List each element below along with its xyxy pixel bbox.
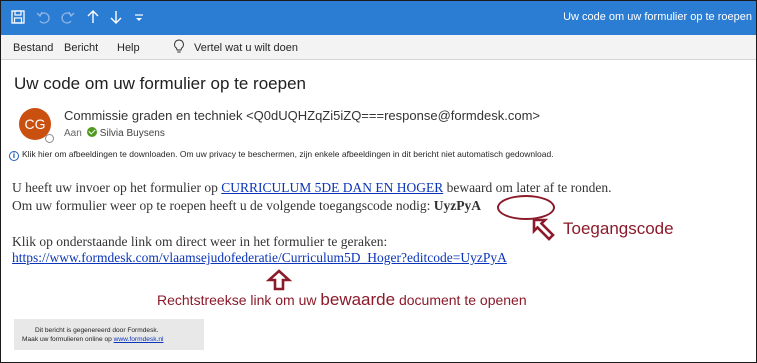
- tell-me-search[interactable]: Vertel wat u wilt doen: [194, 42, 298, 54]
- email-subject: Uw code om uw formulier op te roepen: [14, 74, 306, 93]
- footer-line-1: Dit bericht is gegenereerd door Formdesk…: [35, 327, 159, 334]
- body-line-2: Om uw formulier weer op te roepen heeft …: [12, 198, 481, 214]
- menu-bestand[interactable]: Bestand: [13, 42, 53, 54]
- annotation-access-code: Toegangscode: [563, 219, 674, 238]
- footer-line-2: Maak uw formulieren online op www.formde…: [22, 336, 163, 343]
- body-line-2-text: Om uw formulier weer op te roepen heeft …: [12, 198, 434, 213]
- window-title: Uw code om uw formulier op te roepen: [563, 11, 752, 23]
- annotation-link-emphasis: bewaarde: [320, 290, 396, 309]
- menu-bar: Bestand Bericht Help Vertel wat u wilt d…: [1, 35, 756, 60]
- formdesk-link[interactable]: www.formdesk.nl: [114, 336, 164, 343]
- next-item-icon[interactable]: [110, 10, 122, 28]
- undo-icon[interactable]: [36, 10, 50, 28]
- footer-line-2-text: Maak uw formulieren online op: [22, 336, 114, 343]
- email-window: Uw code om uw formulier op te roepen Bes…: [0, 0, 757, 363]
- form-link[interactable]: CURRICULUM 5DE DAN EN HOGER: [221, 180, 443, 195]
- info-icon: i: [9, 151, 19, 161]
- previous-item-icon[interactable]: [87, 10, 99, 28]
- menu-help[interactable]: Help: [117, 42, 140, 54]
- info-text[interactable]: Klik hier om afbeeldingen te downloaden.…: [22, 149, 554, 159]
- lightbulb-icon: [173, 39, 185, 55]
- recipient-line: Aan Silvia Buysens: [64, 127, 165, 139]
- annotation-link-text-2: document te openen: [395, 292, 527, 308]
- menu-bericht[interactable]: Bericht: [64, 42, 98, 54]
- formdesk-footer: Dit bericht is gegenereerd door Formdesk…: [14, 319, 204, 350]
- access-code: UyzPyA: [433, 198, 481, 213]
- annotation-link-text-1: Rechtstreekse link om uw: [157, 292, 321, 308]
- title-bar: Uw code om uw formulier op te roepen: [1, 1, 756, 35]
- presence-status-icon: [45, 134, 54, 143]
- body-line-1-end: bewaard om later af te ronden.: [443, 180, 612, 195]
- body-line-3: Klik op onderstaande link om direct weer…: [12, 234, 388, 249]
- annotation-direct-link: Rechtstreekse link om uw bewaarde docume…: [157, 290, 527, 310]
- save-icon[interactable]: [11, 10, 25, 28]
- customize-toolbar-icon[interactable]: [134, 10, 144, 28]
- sender-address[interactable]: Commissie graden en techniek <Q0dUQHZqZi…: [64, 108, 540, 123]
- body-line-4: https://www.formdesk.com/vlaamsejudofede…: [12, 250, 507, 266]
- arrow-up-left-icon: [532, 218, 555, 241]
- to-label: Aan: [64, 128, 82, 139]
- redo-icon[interactable]: [61, 10, 75, 28]
- arrow-up-icon: [266, 269, 292, 291]
- recipient-name[interactable]: Silvia Buysens: [100, 128, 165, 139]
- edit-link[interactable]: https://www.formdesk.com/vlaamsejudofede…: [12, 250, 507, 265]
- body-line-1: U heeft uw invoer op het formulier op CU…: [12, 180, 612, 196]
- body-line-1-text: U heeft uw invoer op het formulier op: [12, 180, 222, 195]
- image-download-infobar[interactable]: i Klik hier om afbeeldingen te downloaden…: [9, 149, 554, 161]
- available-check-icon: [86, 127, 97, 137]
